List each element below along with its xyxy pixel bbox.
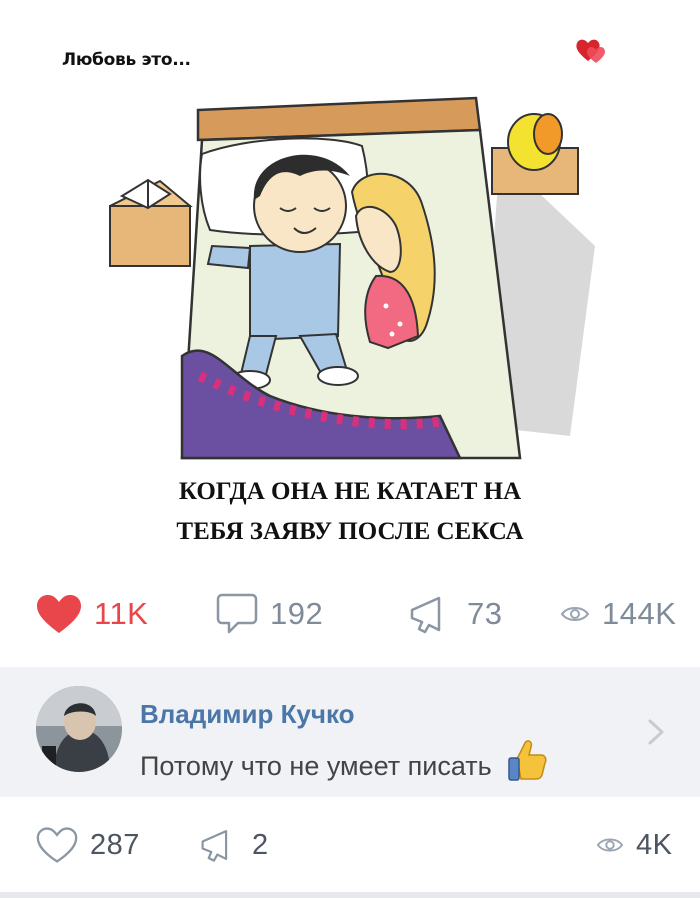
double-heart-icon (576, 39, 605, 63)
post-actions: 11K 192 73 144K (0, 584, 700, 644)
like-count: 11K (94, 596, 149, 631)
post-image[interactable]: Любовь это... КОГДА ОНА НЕ КАТАЕТ НА ТЕБ… (0, 0, 700, 570)
repost-button[interactable]: 73 (409, 584, 502, 644)
caption-line-1: КОГДА ОНА НЕ КАТАЕТ НА (178, 478, 522, 505)
megaphone-icon (201, 830, 228, 862)
heart-icon (37, 595, 81, 633)
commenter-name[interactable]: Владимир Кучко (140, 699, 355, 730)
like-button[interactable]: 11K (36, 584, 148, 644)
chevron-right-icon[interactable] (644, 717, 668, 747)
eye-icon (560, 607, 590, 621)
comment-actions: 287 2 4K (0, 815, 700, 875)
comment-text: Потому что не умеет писать (140, 739, 547, 788)
thumbs-up-emoji (507, 739, 547, 788)
comment-body: Потому что не умеет писать (140, 751, 492, 781)
repost-count: 73 (467, 596, 503, 631)
caption-line-2: ТЕБЯ ЗАЯВУ ПОСЛЕ СЕКСА (176, 518, 524, 545)
comment-like-button[interactable]: 287 (36, 815, 140, 875)
eye-icon (596, 838, 624, 852)
comment-count: 192 (270, 596, 324, 631)
megaphone-icon (410, 596, 441, 634)
comment-icon (216, 593, 258, 634)
views-counter: 144K (560, 584, 676, 644)
comment-button[interactable]: 192 (216, 584, 323, 644)
divider (0, 892, 700, 898)
comment-views-counter: 4K (596, 815, 672, 875)
top-comment[interactable]: Владимир Кучко Потому что не умеет писат… (0, 667, 700, 797)
comment-repost-count: 2 (252, 828, 269, 861)
heart-icon (36, 827, 78, 863)
views-count: 144K (602, 596, 677, 631)
comment-like-count: 287 (90, 828, 140, 861)
comment-views-count: 4K (636, 828, 673, 861)
avatar[interactable] (36, 686, 122, 772)
illustration (109, 96, 595, 460)
image-caption: КОГДА ОНА НЕ КАТАЕТ НА ТЕБЯ ЗАЯВУ ПОСЛЕ … (0, 472, 700, 552)
comment-repost-button[interactable]: 2 (200, 815, 269, 875)
brand-title: Любовь это... (62, 50, 191, 70)
